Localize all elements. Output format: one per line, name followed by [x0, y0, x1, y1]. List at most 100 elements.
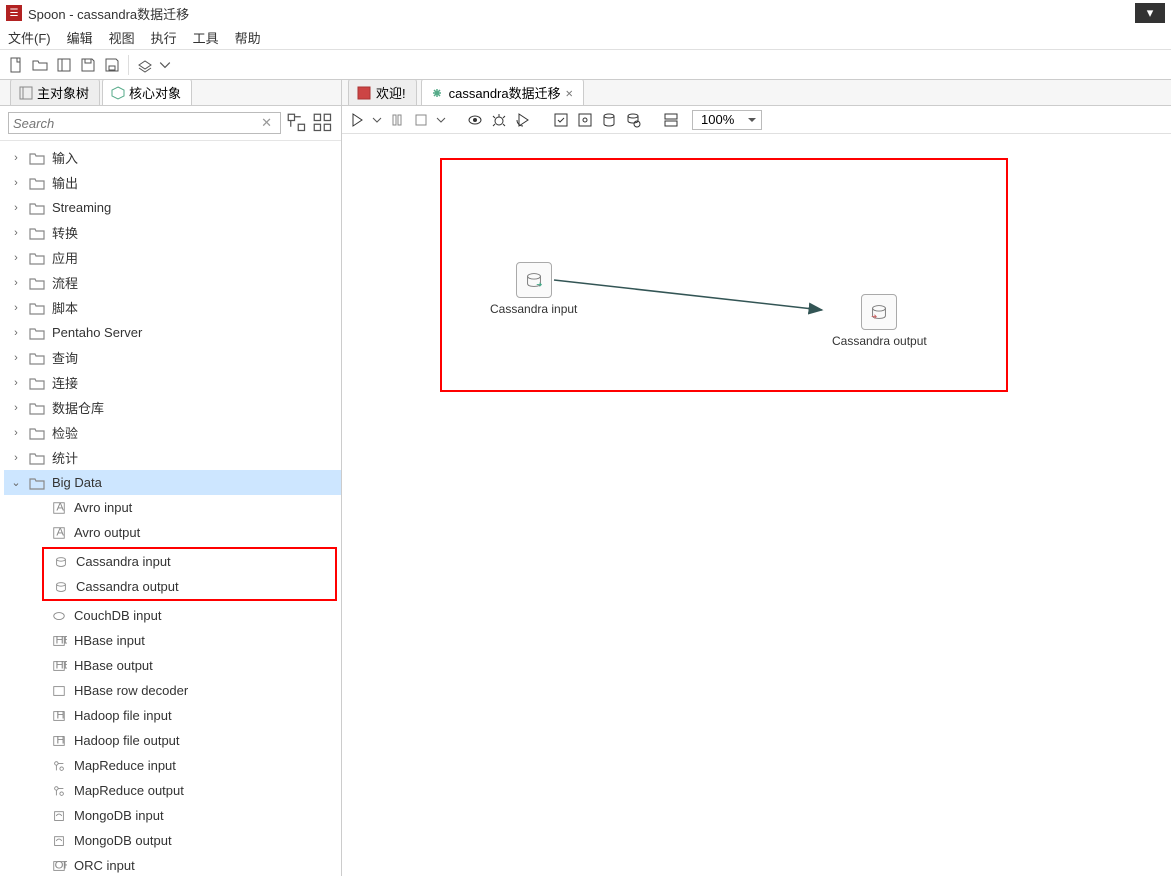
tree-folder[interactable]: ›数据仓库	[4, 395, 341, 420]
tree-folder[interactable]: ›连接	[4, 370, 341, 395]
tree-step[interactable]: MongoDB input	[4, 803, 341, 828]
sql-icon[interactable]	[600, 111, 618, 129]
stop-icon[interactable]	[412, 111, 430, 129]
menu-exec[interactable]: 执行	[151, 28, 177, 47]
run-dropdown-icon[interactable]	[372, 111, 382, 129]
tree-step[interactable]: ORCORC input	[4, 853, 341, 876]
tab-transform-label: cassandra数据迁移	[449, 83, 561, 102]
clear-search-icon[interactable]: ✕	[257, 115, 276, 131]
expand-tree-icon[interactable]	[287, 113, 307, 133]
svg-text:H: H	[56, 709, 64, 721]
step-icon: HB	[50, 633, 68, 649]
tree-folder[interactable]: ›应用	[4, 245, 341, 270]
tree-folder[interactable]: ›输出	[4, 170, 341, 195]
explore-icon[interactable]	[54, 55, 74, 75]
cassandra-icon	[52, 554, 70, 570]
verify-icon[interactable]	[552, 111, 570, 129]
search-input[interactable]	[13, 116, 257, 131]
svg-text:A: A	[56, 526, 64, 538]
tree-folder[interactable]: ›脚本	[4, 295, 341, 320]
menu-file[interactable]: 文件(F)	[8, 28, 51, 47]
folder-icon	[28, 250, 46, 266]
impact-icon[interactable]	[576, 111, 594, 129]
run-icon[interactable]	[348, 111, 366, 129]
tree-step-cassandra-input[interactable]: Cassandra input	[44, 549, 335, 574]
tree-step[interactable]: CouchDB input	[4, 603, 341, 628]
menu-edit[interactable]: 编辑	[67, 28, 93, 47]
tree-folder[interactable]: ›流程	[4, 270, 341, 295]
title-bar: ☰ Spoon - cassandra数据迁移 ▾	[0, 0, 1171, 26]
save-icon[interactable]	[78, 55, 98, 75]
tree-folder-bigdata[interactable]: ⌄Big Data	[4, 470, 341, 495]
menu-bar: 文件(F) 编辑 视图 执行 工具 帮助	[0, 26, 1171, 50]
tree-step[interactable]: HHadoop file input	[4, 703, 341, 728]
menu-tools[interactable]: 工具	[193, 28, 219, 47]
step-label: Cassandra input	[490, 302, 577, 316]
folder-icon	[28, 200, 46, 216]
folder-icon	[28, 300, 46, 316]
dropdown-icon[interactable]	[159, 55, 171, 75]
pause-icon[interactable]	[388, 111, 406, 129]
tree-step[interactable]: HHadoop file output	[4, 728, 341, 753]
close-tab-icon[interactable]: ✕	[566, 86, 573, 100]
explore-db-icon[interactable]	[624, 111, 642, 129]
tree-step[interactable]: MongoDB output	[4, 828, 341, 853]
open-file-icon[interactable]	[30, 55, 50, 75]
minimize-button[interactable]: ▾	[1135, 3, 1165, 23]
replay-icon[interactable]	[514, 111, 532, 129]
search-box[interactable]: ✕	[8, 112, 281, 134]
tree-step[interactable]: AAvro output	[4, 520, 341, 545]
tree-step[interactable]: HBase row decoder	[4, 678, 341, 703]
preview-icon[interactable]	[466, 111, 484, 129]
tree-folder[interactable]: ›查询	[4, 345, 341, 370]
app-icon: ☰	[6, 5, 22, 21]
menu-help[interactable]: 帮助	[235, 28, 261, 47]
cube-icon	[111, 86, 125, 100]
main-toolbar	[0, 50, 1171, 80]
tree-icon	[19, 86, 33, 100]
step-cassandra-output[interactable]: Cassandra output	[832, 294, 927, 348]
tree-folder[interactable]: ›Pentaho Server	[4, 320, 341, 345]
zoom-select[interactable]: 100%	[692, 110, 762, 130]
step-icon: H	[50, 708, 68, 724]
tab-welcome[interactable]: 欢迎!	[348, 80, 417, 105]
tab-main-tree[interactable]: 主对象树	[10, 80, 100, 105]
tree-folder[interactable]: ›统计	[4, 445, 341, 470]
tree-folder[interactable]: ›输入	[4, 145, 341, 170]
step-cassandra-input[interactable]: Cassandra input	[490, 262, 577, 316]
new-file-icon[interactable]	[6, 55, 26, 75]
folder-icon	[28, 225, 46, 241]
svg-text:A: A	[56, 501, 64, 513]
tab-core-obj[interactable]: 核心对象	[102, 80, 192, 105]
highlight-cassandra-steps: Cassandra input Cassandra output	[42, 547, 337, 601]
tree-step[interactable]: MapReduce input	[4, 753, 341, 778]
tree-step[interactable]: HBHBase input	[4, 628, 341, 653]
step-icon: HB	[50, 658, 68, 674]
tree-step[interactable]: HBHBase output	[4, 653, 341, 678]
svg-text:ORC: ORC	[55, 859, 67, 871]
editor-tabs: 欢迎! cassandra数据迁移 ✕	[342, 80, 1171, 106]
window-title: Spoon - cassandra数据迁移	[28, 4, 189, 23]
right-panel: 欢迎! cassandra数据迁移 ✕ 100%	[342, 80, 1171, 876]
tree-folder[interactable]: ›Streaming	[4, 195, 341, 220]
save-as-icon[interactable]	[102, 55, 122, 75]
step-icon	[50, 758, 68, 774]
step-icon: ORC	[50, 858, 68, 874]
folder-icon	[28, 450, 46, 466]
search-row: ✕	[0, 106, 341, 141]
stop-dropdown-icon[interactable]	[436, 111, 446, 129]
canvas[interactable]: Cassandra input Cassandra output	[342, 134, 1171, 876]
tree-folder[interactable]: ›检验	[4, 420, 341, 445]
menu-view[interactable]: 视图	[109, 28, 135, 47]
step-tree[interactable]: ›输入 ›输出 ›Streaming ›转换 ›应用 ›流程 ›脚本 ›Pent…	[0, 141, 341, 876]
perspective-icon[interactable]	[135, 55, 155, 75]
tree-step[interactable]: MapReduce output	[4, 778, 341, 803]
show-results-icon[interactable]	[662, 111, 680, 129]
collapse-tree-icon[interactable]	[313, 113, 333, 133]
folder-icon	[28, 325, 46, 341]
tab-transform[interactable]: cassandra数据迁移 ✕	[421, 80, 584, 105]
debug-icon[interactable]	[490, 111, 508, 129]
tree-step[interactable]: AAvro input	[4, 495, 341, 520]
tree-folder[interactable]: ›转换	[4, 220, 341, 245]
tree-step-cassandra-output[interactable]: Cassandra output	[44, 574, 335, 599]
